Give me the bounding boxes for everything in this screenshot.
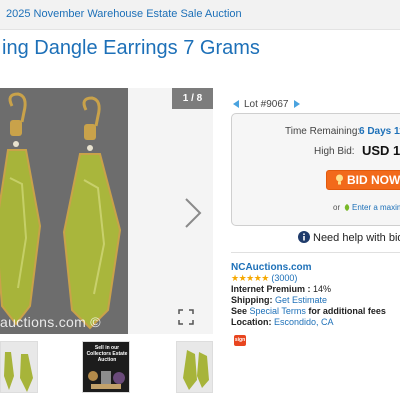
breadcrumb: 2025 November Warehouse Estate Sale Auct… (0, 0, 400, 30)
divider (231, 252, 400, 253)
bidding-help-label: Need help with biddi (313, 232, 400, 244)
seller-info: NCAuctions.com ★★★★★ (3000) Internet Pre… (231, 262, 386, 328)
high-bid-label: High Bid: (314, 146, 355, 157)
lot-navigation: Lot #9067 (232, 99, 301, 113)
terms-prefix: See (231, 306, 248, 316)
premium-value: 14% (313, 284, 332, 294)
high-bid-value: USD 1.0 (362, 143, 400, 158)
thumbnail-promo-text: Sell in our Collectors Estate Auction (86, 345, 128, 363)
seller-name-link[interactable]: NCAuctions.com (231, 262, 312, 273)
time-remaining-value: 6 Days 11 (359, 126, 400, 137)
or-text: or (333, 203, 341, 212)
next-image-icon[interactable] (180, 195, 204, 231)
lot-photo[interactable] (0, 88, 128, 334)
info-icon (298, 231, 310, 243)
lot-page: 2025 November Warehouse Estate Sale Auct… (0, 0, 400, 400)
lot-number: Lot #9067 (244, 99, 289, 110)
rating-count: (3000) (271, 273, 298, 283)
thumbnail-1[interactable] (0, 341, 38, 393)
seller-badge[interactable]: sign (234, 335, 246, 346)
breadcrumb-link[interactable]: 2025 November Warehouse Estate Sale Auct… (6, 8, 242, 20)
shipping-estimate-link[interactable]: Get Estimate (275, 295, 327, 305)
thumbnail-2[interactable]: Sell in our Collectors Estate Auction (82, 341, 130, 393)
terms-suffix: for additional fees (308, 306, 386, 316)
shipping-label: Shipping: (231, 295, 273, 305)
bid-now-button[interactable]: BID NOW (326, 170, 400, 190)
earrings-image (0, 88, 128, 334)
thumbnail-3[interactable] (176, 341, 213, 393)
leaf-icon (344, 204, 350, 211)
time-remaining-label: Time Remaining: (285, 126, 361, 137)
bid-now-label: BID NOW (347, 173, 400, 187)
image-viewer[interactable] (0, 88, 213, 334)
expand-icon[interactable] (177, 308, 195, 326)
seller-rating[interactable]: ★★★★★ (3000) (231, 273, 386, 284)
bidding-help-link[interactable]: Need help with biddi (298, 231, 400, 244)
special-terms-link[interactable]: Special Terms (250, 306, 306, 316)
image-counter: 1 / 8 (172, 88, 213, 109)
max-bid-link-label: Enter a maxim (352, 203, 400, 212)
star-rating-icon: ★★★★★ (231, 273, 269, 283)
collectibles-image (88, 371, 125, 389)
lot-title: ing Dangle Earrings 7 Grams (2, 37, 260, 59)
image-watermark: auctions.com © (0, 314, 101, 330)
max-bid-link[interactable]: Enter a maxim (344, 203, 400, 212)
premium-label: Internet Premium : (231, 284, 311, 294)
location-label: Location: (231, 317, 272, 327)
location-link[interactable]: Escondido, CA (274, 317, 334, 327)
earrings-thumbnail-image (4, 352, 33, 392)
next-lot-icon[interactable] (293, 100, 301, 108)
prev-lot-icon[interactable] (232, 100, 240, 108)
bulb-icon (336, 174, 343, 185)
earrings-thumbnail-image (183, 350, 209, 390)
